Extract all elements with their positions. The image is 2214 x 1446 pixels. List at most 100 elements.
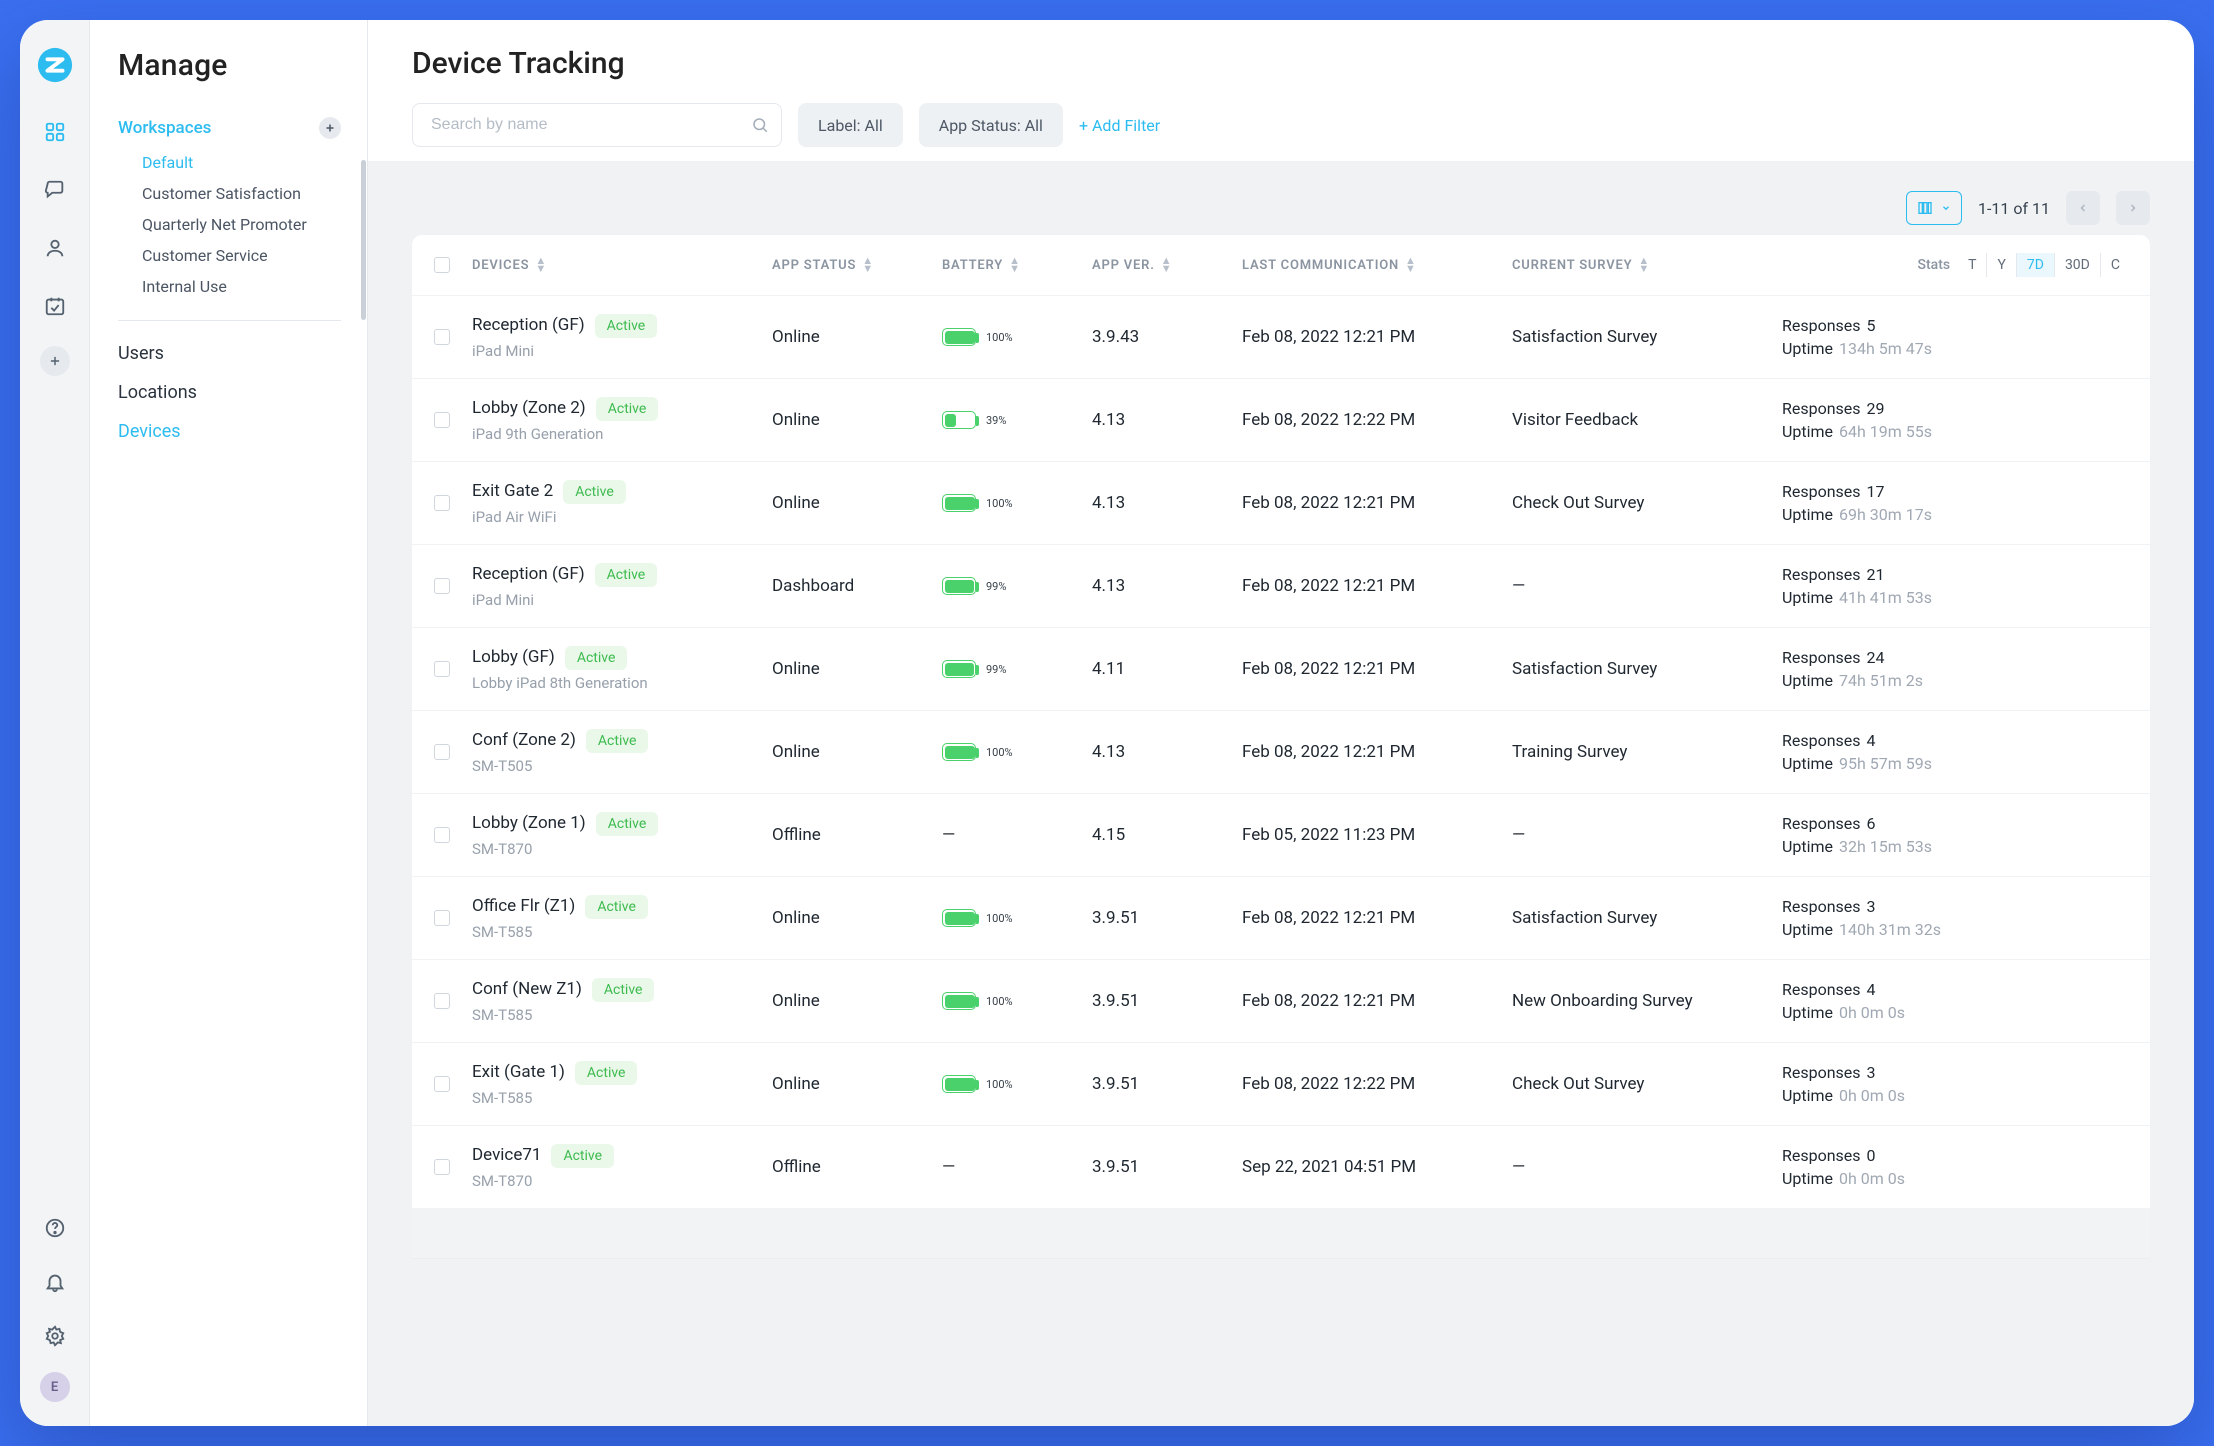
app-version: 3.9.51 xyxy=(1092,908,1242,928)
workspace-item[interactable]: Default xyxy=(142,153,367,172)
workspaces-label[interactable]: Workspaces xyxy=(118,118,211,138)
stats-cell: Responses4Uptime95h 57m 59s xyxy=(1782,731,2130,773)
stats-cell: Responses5Uptime134h 5m 47s xyxy=(1782,316,2130,358)
workspaces-header: Workspaces xyxy=(118,117,367,139)
help-icon[interactable] xyxy=(37,1210,73,1246)
row-checkbox[interactable] xyxy=(434,1159,450,1175)
table-row[interactable]: Exit (Gate 1)ActiveSM-T585Online100%3.9.… xyxy=(412,1042,2150,1125)
col-app-ver[interactable]: APP VER.▲▼ xyxy=(1092,257,1242,273)
segment-T[interactable]: T xyxy=(1958,253,1986,277)
responses-value: 29 xyxy=(1867,399,1885,418)
brand-logo[interactable] xyxy=(34,44,76,86)
battery-icon xyxy=(942,909,976,927)
segment-7D[interactable]: 7D xyxy=(2016,253,2054,277)
stats-cell: Responses6Uptime32h 15m 53s xyxy=(1782,814,2130,856)
battery-cell: — xyxy=(942,1157,1092,1177)
next-page-button[interactable] xyxy=(2116,191,2150,225)
nav-dashboard-icon[interactable] xyxy=(37,114,73,150)
col-devices[interactable]: DEVICES▲▼ xyxy=(472,257,772,273)
columns-picker-button[interactable] xyxy=(1906,191,1962,225)
table-row[interactable]: Lobby (GF)ActiveLobby iPad 8th Generatio… xyxy=(412,627,2150,710)
stats-cell: Responses17Uptime69h 30m 17s xyxy=(1782,482,2130,524)
stats-cell: Responses4Uptime0h 0m 0s xyxy=(1782,980,2130,1022)
nav-chat-icon[interactable] xyxy=(37,172,73,208)
side-link-locations[interactable]: Locations xyxy=(118,382,367,403)
device-model: Lobby iPad 8th Generation xyxy=(472,674,772,692)
table-toolbar: 1-11 of 11 xyxy=(412,191,2150,225)
search-box[interactable] xyxy=(412,103,782,147)
side-link-devices[interactable]: Devices xyxy=(118,421,367,442)
table-row[interactable]: Conf (New Z1)ActiveSM-T585Online100%3.9.… xyxy=(412,959,2150,1042)
device-model: iPad Air WiFi xyxy=(472,508,772,526)
status-pill: Active xyxy=(585,895,648,919)
last-communication: Feb 08, 2022 12:21 PM xyxy=(1242,659,1512,679)
col-current-survey[interactable]: CURRENT SURVEY▲▼ xyxy=(1512,257,1782,273)
workspace-item[interactable]: Quarterly Net Promoter xyxy=(142,215,367,234)
stats-segment[interactable]: TY7D30DC xyxy=(1958,253,2130,277)
side-scrollbar[interactable] xyxy=(361,160,367,1386)
workspace-item[interactable]: Customer Satisfaction xyxy=(142,184,367,203)
notifications-icon[interactable] xyxy=(37,1264,73,1300)
app-version: 4.13 xyxy=(1092,576,1242,596)
status-pill: Active xyxy=(551,1144,614,1168)
app-status: Online xyxy=(772,327,942,347)
col-app-status[interactable]: APP STATUS▲▼ xyxy=(772,257,942,273)
col-battery[interactable]: BATTERY▲▼ xyxy=(942,257,1092,273)
filter-bar: Label: All App Status: All + Add Filter xyxy=(412,103,2150,147)
table-row[interactable]: Lobby (Zone 2)ActiveiPad 9th GenerationO… xyxy=(412,378,2150,461)
row-checkbox[interactable] xyxy=(434,993,450,1009)
battery-cell: 100% xyxy=(942,743,1092,761)
uptime-value: 41h 41m 53s xyxy=(1839,588,1932,607)
prev-page-button[interactable] xyxy=(2066,191,2100,225)
table-row[interactable]: Lobby (Zone 1)ActiveSM-T870Offline—4.15F… xyxy=(412,793,2150,876)
app-status: Online xyxy=(772,659,942,679)
segment-30D[interactable]: 30D xyxy=(2054,253,2100,277)
row-checkbox[interactable] xyxy=(434,495,450,511)
row-checkbox[interactable] xyxy=(434,329,450,345)
user-avatar[interactable]: E xyxy=(40,1372,70,1402)
row-checkbox[interactable] xyxy=(434,1076,450,1092)
device-model: SM-T505 xyxy=(472,757,772,775)
add-workspace-button[interactable] xyxy=(319,117,341,139)
add-filter-button[interactable]: + Add Filter xyxy=(1079,116,1160,135)
last-communication: Feb 08, 2022 12:21 PM xyxy=(1242,742,1512,762)
row-checkbox[interactable] xyxy=(434,827,450,843)
segment-Y[interactable]: Y xyxy=(1986,253,2015,277)
settings-icon[interactable] xyxy=(37,1318,73,1354)
table-row[interactable]: Exit Gate 2ActiveiPad Air WiFiOnline100%… xyxy=(412,461,2150,544)
table-row[interactable]: Reception (GF)ActiveiPad MiniOnline100%3… xyxy=(412,295,2150,378)
device-name: Reception (GF) xyxy=(472,564,585,584)
responses-value: 5 xyxy=(1867,316,1876,335)
row-checkbox[interactable] xyxy=(434,910,450,926)
nav-calendar-icon[interactable] xyxy=(37,288,73,324)
app-status: Online xyxy=(772,908,942,928)
app-version: 4.13 xyxy=(1092,410,1242,430)
select-all-checkbox[interactable] xyxy=(434,257,450,273)
battery-cell: 100% xyxy=(942,1075,1092,1093)
table-row[interactable]: Conf (Zone 2)ActiveSM-T505Online100%4.13… xyxy=(412,710,2150,793)
filter-app-status[interactable]: App Status: All xyxy=(919,103,1063,147)
row-checkbox[interactable] xyxy=(434,661,450,677)
nav-add-button[interactable] xyxy=(40,346,70,376)
table-header: DEVICES▲▼ APP STATUS▲▼ BATTERY▲▼ APP VER… xyxy=(412,235,2150,295)
row-checkbox[interactable] xyxy=(434,744,450,760)
search-input[interactable] xyxy=(413,116,781,134)
current-survey: Visitor Feedback xyxy=(1512,410,1782,430)
col-last-comm[interactable]: LAST COMMUNICATION▲▼ xyxy=(1242,257,1512,273)
table-row[interactable]: Office Flr (Z1)ActiveSM-T585Online100%3.… xyxy=(412,876,2150,959)
workspace-item[interactable]: Internal Use xyxy=(142,277,367,296)
pagination-info: 1-11 of 11 xyxy=(1978,199,2050,218)
col-stats: Stats TY7D30DC xyxy=(1782,253,2130,277)
row-checkbox[interactable] xyxy=(434,578,450,594)
app-status: Online xyxy=(772,742,942,762)
side-link-users[interactable]: Users xyxy=(118,343,367,364)
table-row[interactable]: Device71ActiveSM-T870Offline—3.9.51Sep 2… xyxy=(412,1125,2150,1208)
row-checkbox[interactable] xyxy=(434,412,450,428)
current-survey: Check Out Survey xyxy=(1512,1074,1782,1094)
filter-label[interactable]: Label: All xyxy=(798,103,903,147)
segment-C[interactable]: C xyxy=(2100,253,2130,277)
workspace-item[interactable]: Customer Service xyxy=(142,246,367,265)
nav-user-icon[interactable] xyxy=(37,230,73,266)
uptime-value: 0h 0m 0s xyxy=(1839,1003,1905,1022)
table-row[interactable]: Reception (GF)ActiveiPad MiniDashboard99… xyxy=(412,544,2150,627)
